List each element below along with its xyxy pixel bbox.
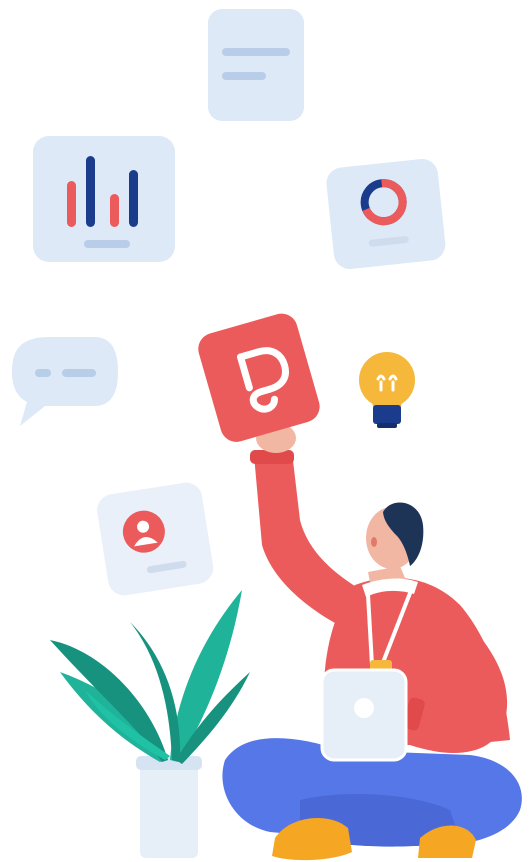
- donut-chart-card-icon: [326, 159, 446, 269]
- bar-chart-card-icon: [33, 136, 175, 262]
- person-sitting-icon: [198, 313, 522, 861]
- lightbulb-icon: [359, 352, 415, 428]
- chat-bubble-icon: [12, 337, 118, 426]
- illustration-svg: [12, 9, 522, 861]
- potted-plant-icon: [50, 590, 250, 858]
- user-profile-card-icon: [97, 482, 214, 596]
- tablet-device-icon: [320, 668, 408, 762]
- illustration-canvas: [0, 0, 531, 862]
- document-card-icon: [208, 9, 304, 121]
- app-logo-card-icon: [198, 313, 320, 442]
